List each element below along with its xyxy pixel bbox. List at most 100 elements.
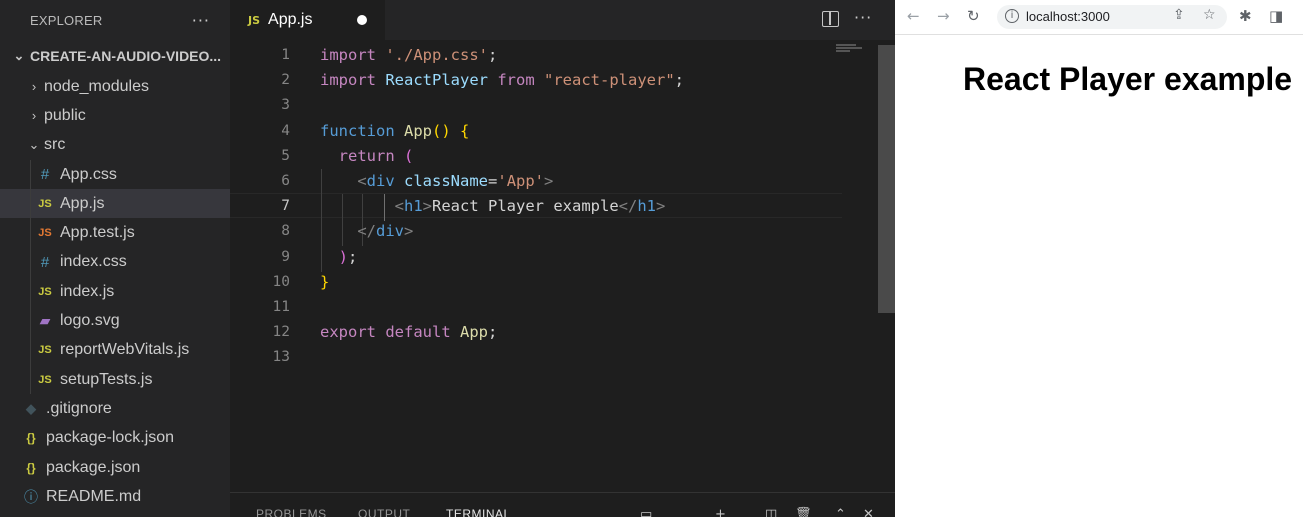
editor-scrollbar-thumb[interactable]	[878, 45, 895, 313]
code-line-2: import ReactPlayer from "react-player";	[320, 71, 685, 90]
tree-item-package-lock[interactable]: {} package-lock.json	[0, 424, 230, 453]
browser-toolbar: ← → ↻ i localhost:3000 ⇪ ☆ ✱ ◨	[895, 0, 1303, 35]
json-file-icon: {}	[26, 460, 36, 475]
tree-item-label: App.js	[60, 194, 105, 212]
tree-item-index-js[interactable]: JS index.js	[0, 277, 230, 306]
browser-window: ← → ↻ i localhost:3000 ⇪ ☆ ✱ ◨ React Pla…	[895, 0, 1303, 517]
code-lines[interactable]: import './App.css'; import ReactPlayer f…	[320, 43, 840, 370]
js-file-icon: JS	[248, 13, 261, 27]
code-line-8: </div>	[357, 222, 414, 241]
tab-output[interactable]: OUTPUT	[358, 507, 410, 517]
line-number: 3	[281, 97, 290, 114]
editor-tab-bar: JS App.js ···	[230, 0, 895, 40]
js-test-file-icon: JS	[38, 227, 52, 240]
tab-terminal[interactable]: TERMINAL	[446, 507, 511, 517]
code-line-9: );	[338, 247, 358, 266]
ellipsis-icon[interactable]: ···	[854, 8, 872, 27]
project-folder-header[interactable]: ⌄ CREATE-AN-AUDIO-VIDEO...	[0, 40, 230, 72]
line-number: 4	[281, 122, 290, 139]
forward-arrow-icon[interactable]: →	[937, 7, 950, 25]
svg-file-icon: ▰	[40, 313, 50, 329]
json-file-icon: {}	[26, 431, 36, 446]
tree-item-app-css[interactable]: # App.css	[0, 160, 230, 189]
line-number: 6	[281, 172, 290, 189]
explorer-sidebar: EXPLORER ··· ⌄ CREATE-AN-AUDIO-VIDEO... …	[0, 0, 230, 517]
js-file-icon: JS	[38, 373, 52, 386]
tree-item-app-js[interactable]: JS App.js	[0, 189, 230, 219]
site-info-icon[interactable]: i	[1005, 9, 1019, 23]
tree-item-label: package.json	[46, 458, 141, 476]
tree-item-setup-tests[interactable]: JS setupTests.js	[0, 365, 230, 394]
bookmark-star-icon[interactable]: ☆	[1203, 7, 1216, 23]
tree-indent-guide	[30, 160, 31, 394]
tree-item-label: package-lock.json	[46, 429, 175, 447]
tree-item-label: App.css	[60, 165, 117, 183]
tab-label: App.js	[268, 11, 313, 28]
line-number: 1	[281, 47, 290, 63]
git-file-icon: ◆	[26, 400, 36, 416]
css-file-icon: #	[40, 253, 50, 271]
tree-item-app-test-js[interactable]: JS App.test.js	[0, 218, 230, 247]
tab-problems[interactable]: PROBLEMS	[256, 507, 327, 517]
split-editor-icon[interactable]	[822, 11, 839, 27]
info-file-icon: ⓘ	[24, 488, 38, 505]
unsaved-dot-icon[interactable]	[357, 15, 367, 25]
tree-item-label: index.css	[60, 253, 127, 271]
code-editor: JS App.js ··· 1 2 3 4 5 6 7 8 9 10 11 12…	[230, 0, 895, 517]
extensions-puzzle-icon[interactable]: ✱	[1239, 7, 1252, 25]
chevron-right-icon: ›	[31, 108, 37, 124]
side-panel-icon[interactable]: ◨	[1269, 7, 1283, 25]
tree-item-package-json[interactable]: {} package.json	[0, 453, 230, 482]
back-arrow-icon[interactable]: ←	[907, 7, 920, 25]
add-terminal-icon[interactable]: +	[715, 507, 726, 517]
tab-app-js[interactable]: JS App.js	[230, 0, 385, 40]
chevron-up-icon[interactable]: ⌃	[835, 507, 846, 517]
ellipsis-icon[interactable]: ···	[192, 11, 210, 30]
line-number-current: 7	[281, 198, 290, 215]
project-name: CREATE-AN-AUDIO-VIDEO...	[30, 48, 222, 64]
tree-item-label: node_modules	[44, 77, 149, 95]
code-line-7: <h1>React Player example</h1>	[394, 197, 666, 216]
share-icon[interactable]: ⇪	[1173, 7, 1185, 23]
trash-icon[interactable]: 🗑	[795, 507, 812, 517]
tree-item-node-modules[interactable]: › node_modules	[0, 72, 230, 101]
close-icon[interactable]: ✕	[863, 507, 874, 517]
code-line-5: return (	[338, 146, 414, 165]
page-heading: React Player example	[963, 61, 1293, 97]
terminal-icon[interactable]: ▭	[640, 507, 652, 517]
line-number: 8	[281, 223, 290, 240]
address-bar-url[interactable]: localhost:3000	[1026, 9, 1110, 24]
line-number: 9	[281, 248, 290, 265]
tree-item-label: README.md	[46, 487, 142, 505]
line-number: 12	[272, 324, 290, 341]
reload-icon[interactable]: ↻	[967, 7, 980, 25]
minimap[interactable]	[836, 44, 866, 58]
code-area[interactable]: 1 2 3 4 5 6 7 8 9 10 11 12 13 import './…	[230, 40, 895, 492]
line-number: 11	[272, 298, 290, 315]
tree-item-public[interactable]: › public	[0, 101, 230, 130]
line-number: 10	[272, 273, 290, 290]
js-file-icon: JS	[38, 344, 52, 357]
explorer-title: EXPLORER	[30, 12, 103, 28]
tree-item-report-web-vitals[interactable]: JS reportWebVitals.js	[0, 336, 230, 365]
line-number-gutter: 1 2 3 4 5 6 7 8 9 10 11 12 13	[230, 43, 290, 370]
tree-item-index-css[interactable]: # index.css	[0, 248, 230, 277]
split-terminal-icon[interactable]: ◫	[765, 507, 777, 517]
code-line-4: function App() {	[320, 121, 470, 140]
tree-item-src[interactable]: ⌄ src	[0, 131, 230, 160]
tree-item-logo-svg[interactable]: ▰ logo.svg	[0, 306, 230, 335]
tree-item-label: setupTests.js	[60, 370, 153, 388]
js-file-icon: JS	[38, 285, 52, 298]
tree-item-label: .gitignore	[46, 399, 112, 417]
address-bar[interactable]: i localhost:3000 ⇪ ☆	[997, 5, 1227, 29]
chevron-down-icon: ⌄	[13, 48, 25, 63]
code-line-1: import './App.css';	[320, 46, 498, 64]
tree-item-label: public	[44, 106, 86, 124]
tree-item-readme[interactable]: ⓘ README.md	[0, 482, 230, 511]
tree-item-gitignore[interactable]: ◆ .gitignore	[0, 394, 230, 423]
tree-item-label: App.test.js	[60, 224, 135, 242]
css-file-icon: #	[40, 166, 50, 184]
